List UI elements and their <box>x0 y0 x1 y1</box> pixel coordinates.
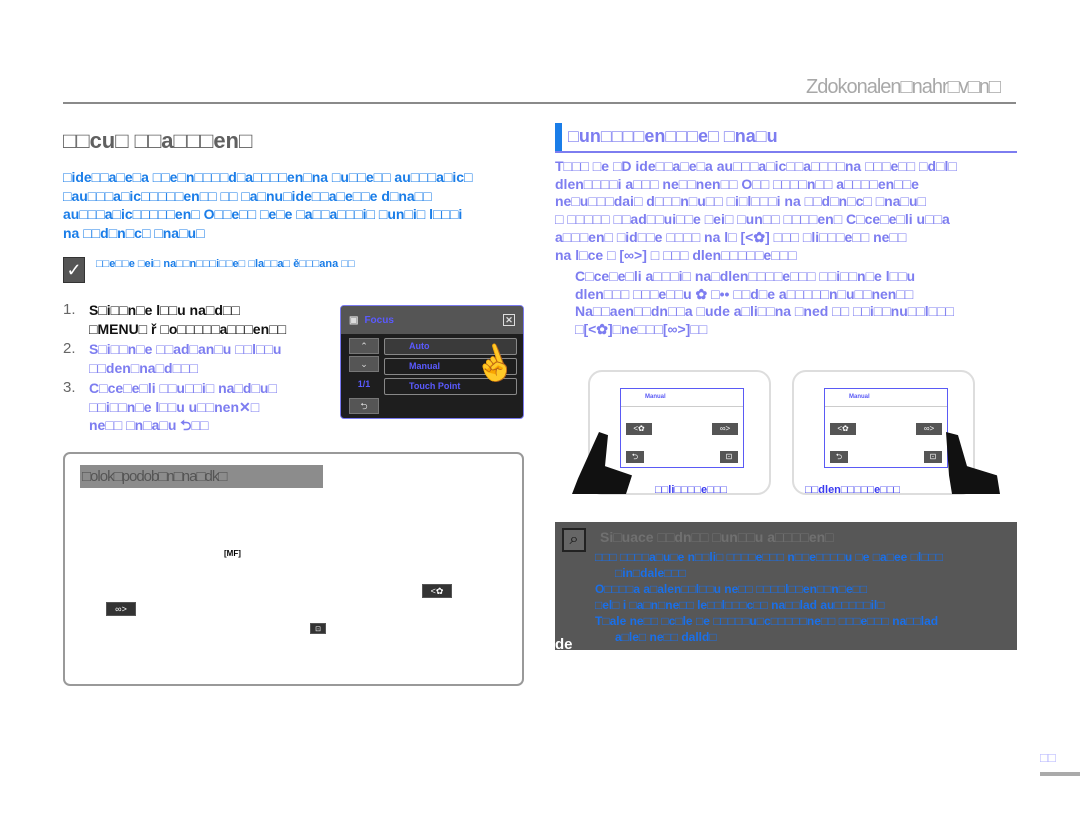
back-icon: ⮌ <box>830 451 848 463</box>
focus-menu-title: Focus <box>364 314 394 326</box>
paragraph-line: □ □□□□□ □□ad□□ui□□e □ei□ □un□□ □□□□en□ C… <box>555 211 950 228</box>
heading-accent-bar <box>555 123 562 152</box>
header-divider <box>63 102 1016 104</box>
section-heading-right: □un□□□□en□□□e□ □na□u <box>568 126 778 146</box>
intro-line: □au□□□a□ic□□□□□en□□ □□ □a□nu□ide□□a□e□□e… <box>63 187 432 204</box>
manual-focus-icon: ⊡ <box>720 451 738 463</box>
down-arrow-icon: ⌄ <box>349 356 379 372</box>
caption-near: □□li□□□□e□□□ <box>655 484 728 496</box>
near-focus-icon: <✿ <box>626 423 652 435</box>
intro-paragraph: □ide□□a□e□a □□e□n□□□□d□a□□□□en□na □u□□e□… <box>63 168 473 242</box>
step-text: ne□□ □n□a□u ⮌□□ <box>89 417 209 433</box>
camera-icon: ▣ <box>349 314 359 326</box>
intro-line: au□□□a□ic□□□□□en□ O□□e□□ □e□e □a□□a□□□i□… <box>63 206 463 222</box>
close-icon: ✕ <box>503 314 515 326</box>
situation-item: T□ale ne□□ □c□le □e □□□□□u□c□□□□□ne□□ □□… <box>595 614 939 628</box>
step-text: □□i□□n□e l□□u u□□nen✕□ <box>89 398 260 415</box>
situation-item: a□le□ ne□□ dalld□ <box>615 630 717 644</box>
paragraph-line: dlen□□□□i a□□□ ne□□nen□□ O□□ □□□□n□□ a□□… <box>555 175 919 192</box>
bullet-line: Na□□aen□□dn□□a □ude a□li□□na □ned □□ □□i… <box>575 303 954 320</box>
note-text: □□e□□e □ei□ na□□n□□□i□□e□ □la□□a□ ě□□□an… <box>96 258 355 270</box>
near-focus-icon: <✿ <box>422 584 452 598</box>
manual-focus-icon: ⊡ <box>924 451 942 463</box>
right-bullets: C□ce□e□li a□□□i□ na□dlen□□□□e□□□ □□i□□n□… <box>575 268 954 339</box>
menu-page-indicator: 1/1 <box>357 379 371 389</box>
paragraph-line: ne□u□□□dai□ d□□□n□u□□ □i□l□□□i na □□d□n□… <box>555 193 926 210</box>
intro-line: na □□d□n□c□ □na□u□ <box>63 224 205 241</box>
step-text: C□ce□e□li □□u□□i□ na□d□u□ <box>89 380 277 396</box>
bullet-line: C□ce□e□li a□□□i□ na□dlen□□□□e□□□ □□i□□n□… <box>575 268 916 284</box>
step-text: □□den□na□d□□□ <box>89 359 198 376</box>
up-arrow-icon: ⌃ <box>349 338 379 354</box>
bullet-line: □[<✿]□ne□□□[∞>]□□ <box>575 321 708 338</box>
step-text: S□i□□n□e l□□u na□d□□ <box>89 302 240 318</box>
right-paragraph: T□□□ □e □D ide□□a□e□a au□□□a□ic□□a□□□□na… <box>555 158 957 264</box>
far-focus-icon: ∞> <box>106 602 136 616</box>
option-label: Manual <box>409 361 441 371</box>
intro-line: □ide□□a□e□a □□e□n□□□□d□a□□□□en□na □u□□e□… <box>63 169 473 185</box>
situation-item: O□□□□a a□alen□□l□□u ne□□ □□□□l□□en□□n□e□… <box>595 582 868 596</box>
situation-item: □el□ i □a□n□ne□□ le□□l□□□c□□ na□□lad au□… <box>595 598 885 612</box>
step-number: 2. <box>63 340 76 357</box>
near-focus-icon: <✿ <box>830 423 856 435</box>
heading-underline <box>555 151 1017 153</box>
back-icon: ⮌ <box>349 398 379 414</box>
step-number: 3. <box>63 379 76 396</box>
section-heading: □□cu□ □□a□□□en□ <box>63 128 253 153</box>
step-number: 1. <box>63 301 76 318</box>
step-1: 1. S□i□□n□e l□□u na□d□□ □MENU□ ř □o□□□□□a… <box>63 301 286 338</box>
step-text: S□i□□n□e □□ad□an□u □□l□□u <box>89 341 282 357</box>
stray-text: de <box>555 636 573 653</box>
paragraph-line: na l□ce □ [∞>] □ □□□ dlen□□□□□e□□□ <box>555 246 797 263</box>
info-box-heading: □olok□podob□n□na□dk□ <box>80 465 323 488</box>
page-number: □□ <box>1040 750 1056 765</box>
caption-far: □□dlen□□□□□e□□□ <box>805 484 901 496</box>
magnifier-icon: ⌕ <box>562 528 586 552</box>
far-focus-icon: ∞> <box>712 423 738 435</box>
device-screen-title: Manual <box>825 389 947 407</box>
situation-item: □in□dale□□□ <box>615 566 686 580</box>
paragraph-line: T□□□ □e □D ide□□a□e□a au□□□a□ic□□a□□□□na… <box>555 158 957 174</box>
back-icon: ⮌ <box>626 451 644 463</box>
device-screen-title: Manual <box>621 389 743 407</box>
page-footer-bar <box>1040 772 1080 776</box>
paragraph-line: a□□□en□ □id□□e □□□□ na l□ [<✿] □□□ □li□□… <box>555 228 907 245</box>
bullet-line: dlen□□□ □□□e□□u ✿ □•• □□d□e a□□□□□n□u□□n… <box>575 285 914 302</box>
situation-item: □□□ □□□□a□u□e n□□li□ □□□□e□□□ n□□e□□□□u … <box>595 550 943 564</box>
steps-list: 1. S□i□□n□e l□□u na□d□□ □MENU□ ř □o□□□□□a… <box>63 301 286 437</box>
option-label: Auto <box>409 341 430 351</box>
step-text: □MENU□ ř □o□□□□□a□□□en□□ <box>89 320 287 337</box>
step-2: 2. S□i□□n□e □□ad□an□u □□l□□u □□den□na□d□□… <box>63 340 286 377</box>
option-label: Touch Point <box>409 381 461 391</box>
touch-point-icon: ⊡ <box>310 623 326 634</box>
situation-list: □□□ □□□□a□u□e n□□li□ □□□□e□□□ n□□e□□□□u … <box>595 549 943 645</box>
far-focus-icon: ∞> <box>916 423 942 435</box>
checkmark-note-icon: ✓ <box>63 257 85 283</box>
situation-box-heading: Si□uace □□dn□□ □un□□u a□□□□en□ <box>600 529 834 545</box>
focus-menu-screenshot: ▣ Focus ✕ ⌃ ⌄ 1/1 ⮌ Auto Manual Touch Poin… <box>340 305 524 419</box>
page-header-title: Zdokonalen□nahr□v□n□ <box>806 76 1001 98</box>
step-3: 3. C□ce□e□li □□u□□i□ na□d□u□ □□i□□n□e l□□… <box>63 379 286 435</box>
manual-focus-icon: [MF] <box>224 549 241 558</box>
